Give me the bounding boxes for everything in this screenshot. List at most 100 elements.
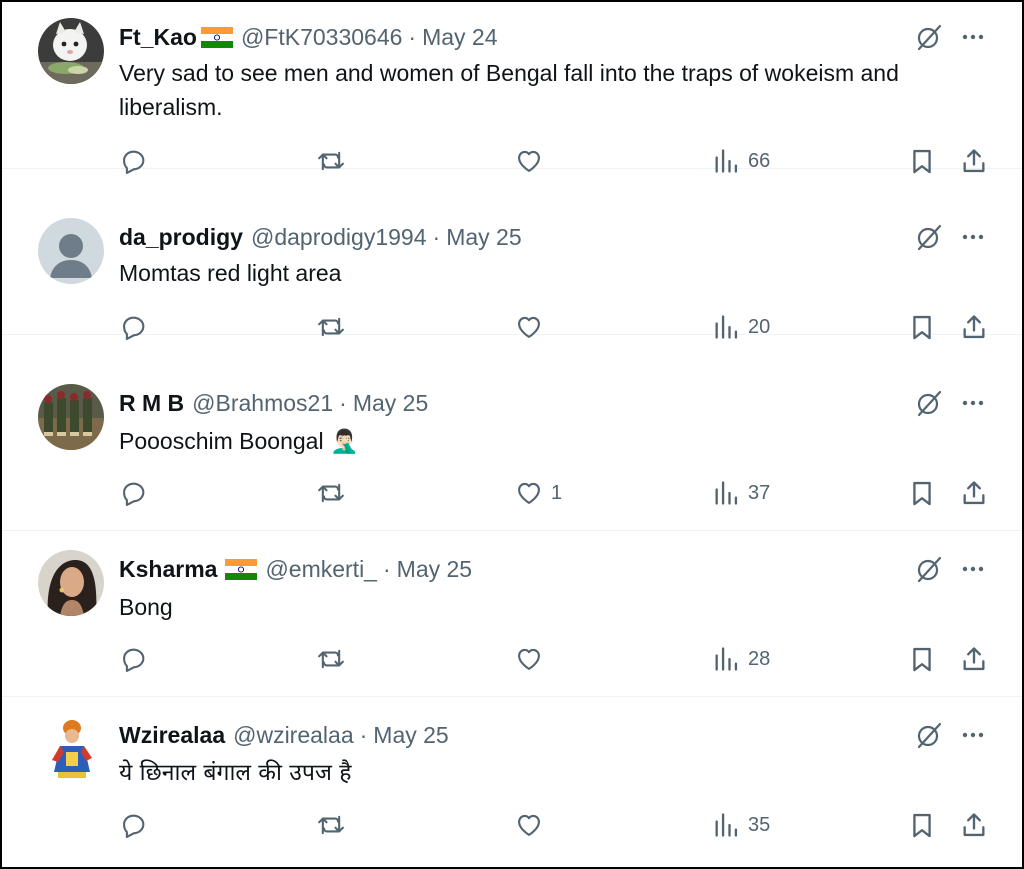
reply-button[interactable] [120, 808, 156, 842]
reply-icon [123, 316, 145, 340]
tweet-date[interactable]: May 25 [446, 224, 521, 251]
tweet[interactable]: Ksharma @emkerti_ · May 25 Bong 28 [2, 530, 1022, 697]
reply-icon [123, 648, 145, 672]
tweet-text: ये छिनाल बंगाल की उपज है [119, 760, 352, 786]
display-name[interactable]: R M B [119, 390, 184, 417]
grok-icon[interactable] [914, 720, 944, 750]
separator-dot: · [359, 721, 368, 748]
bookmark-icon [913, 647, 931, 672]
tweet[interactable]: R M B @Brahmos21 · May 25 Poooschim Boon… [2, 364, 1022, 531]
user-handle[interactable]: @emkerti_ [265, 556, 377, 583]
avatar[interactable] [38, 716, 104, 782]
tweet-actions: 1 37 [2, 476, 1022, 510]
repost-button[interactable] [317, 476, 353, 510]
separator-dot: · [432, 223, 441, 250]
heart-icon [518, 814, 540, 836]
user-handle[interactable]: @wzirealaa [233, 722, 354, 749]
share-button[interactable] [960, 476, 988, 510]
grok-icon[interactable] [914, 554, 944, 584]
user-handle[interactable]: @daprodigy1994 [251, 224, 427, 251]
tweet-header: da_prodigy @daprodigy1994 · May 25 [119, 222, 522, 252]
reply-timeline: Ft_Kao @FtK70330646 · May 24 Very sad to… [0, 0, 1024, 869]
separator-dot: · [382, 555, 391, 582]
like-button[interactable] [515, 310, 551, 344]
tweet-header: R M B @Brahmos21 · May 25 [119, 388, 428, 418]
display-name[interactable]: da_prodigy [119, 224, 243, 251]
heart-icon [518, 482, 540, 504]
display-name[interactable]: Wzirealaa [119, 722, 225, 749]
avatar[interactable] [38, 550, 104, 616]
bookmark-button[interactable] [908, 808, 936, 842]
views-icon [715, 813, 738, 837]
tweet-header: Ksharma @emkerti_ · May 25 [119, 554, 472, 584]
bookmark-button[interactable] [908, 642, 936, 676]
bookmark-icon [913, 813, 931, 838]
grok-icon[interactable] [914, 22, 944, 52]
tweet[interactable]: Wzirealaa @wzirealaa · May 25 ये छिनाल ब… [2, 696, 1022, 862]
views-count: 28 [748, 647, 771, 670]
like-button[interactable] [515, 642, 551, 676]
tweet-text: Bong [119, 594, 173, 620]
like-button[interactable] [515, 808, 551, 842]
views-count: 20 [748, 315, 771, 338]
reply-button[interactable] [120, 476, 156, 510]
avatar[interactable] [38, 384, 104, 450]
avatar[interactable] [38, 218, 104, 284]
india-flag-icon [225, 558, 258, 580]
views-button[interactable]: 35 [712, 808, 770, 842]
tweet-date[interactable]: May 24 [422, 24, 497, 51]
reply-icon [123, 482, 145, 506]
reply-button[interactable] [120, 310, 156, 344]
tweet-text: Poooschim Boongal 🤦🏻‍♂️ [119, 428, 359, 454]
tweet[interactable]: da_prodigy @daprodigy1994 · May 25 Momta… [2, 168, 1022, 340]
tweet-date[interactable]: May 25 [397, 556, 472, 583]
repost-button[interactable] [317, 808, 353, 842]
views-button[interactable]: 28 [712, 642, 770, 676]
heart-icon [518, 316, 540, 338]
grok-icon[interactable] [914, 222, 944, 252]
more-options-icon[interactable] [958, 388, 988, 418]
views-button[interactable]: 37 [712, 476, 770, 510]
bookmark-icon [913, 315, 931, 340]
more-options-icon[interactable] [958, 554, 988, 584]
user-handle[interactable]: @Brahmos21 [192, 390, 333, 417]
repost-button[interactable] [317, 310, 353, 344]
tweet-header: Wzirealaa @wzirealaa · May 25 [119, 720, 449, 750]
share-icon [963, 813, 985, 837]
user-handle[interactable]: @FtK70330646 [241, 24, 402, 51]
share-icon [963, 315, 985, 339]
avatar[interactable] [38, 18, 104, 84]
repost-button[interactable] [317, 642, 353, 676]
share-button[interactable] [960, 808, 988, 842]
repost-icon [318, 815, 344, 835]
separator-dot: · [408, 23, 417, 50]
reply-button[interactable] [120, 642, 156, 676]
like-button[interactable]: 1 [515, 476, 562, 510]
repost-icon [318, 649, 344, 669]
tweet-actions: 35 [2, 808, 1022, 842]
more-options-icon[interactable] [958, 22, 988, 52]
views-count: 37 [748, 481, 771, 504]
views-button[interactable]: 20 [712, 310, 770, 344]
more-options-icon[interactable] [958, 222, 988, 252]
views-icon [715, 481, 738, 505]
tweet-date[interactable]: May 25 [353, 390, 428, 417]
display-name[interactable]: Ft_Kao [119, 24, 197, 51]
views-icon [715, 647, 738, 671]
tweet[interactable]: Ft_Kao @FtK70330646 · May 24 Very sad to… [2, 2, 1022, 174]
display-name[interactable]: Ksharma [119, 556, 217, 583]
views-count: 35 [748, 813, 771, 836]
tweet-date[interactable]: May 25 [373, 722, 448, 749]
share-button[interactable] [960, 642, 988, 676]
india-flag-icon [200, 26, 233, 48]
separator-dot: · [339, 389, 347, 416]
more-options-icon[interactable] [958, 720, 988, 750]
heart-icon [518, 648, 540, 670]
share-button[interactable] [960, 310, 988, 344]
share-icon [963, 647, 985, 671]
grok-icon[interactable] [914, 388, 944, 418]
bookmark-button[interactable] [908, 476, 936, 510]
bookmark-icon [913, 481, 931, 506]
share-icon [963, 481, 985, 505]
bookmark-button[interactable] [908, 310, 936, 344]
